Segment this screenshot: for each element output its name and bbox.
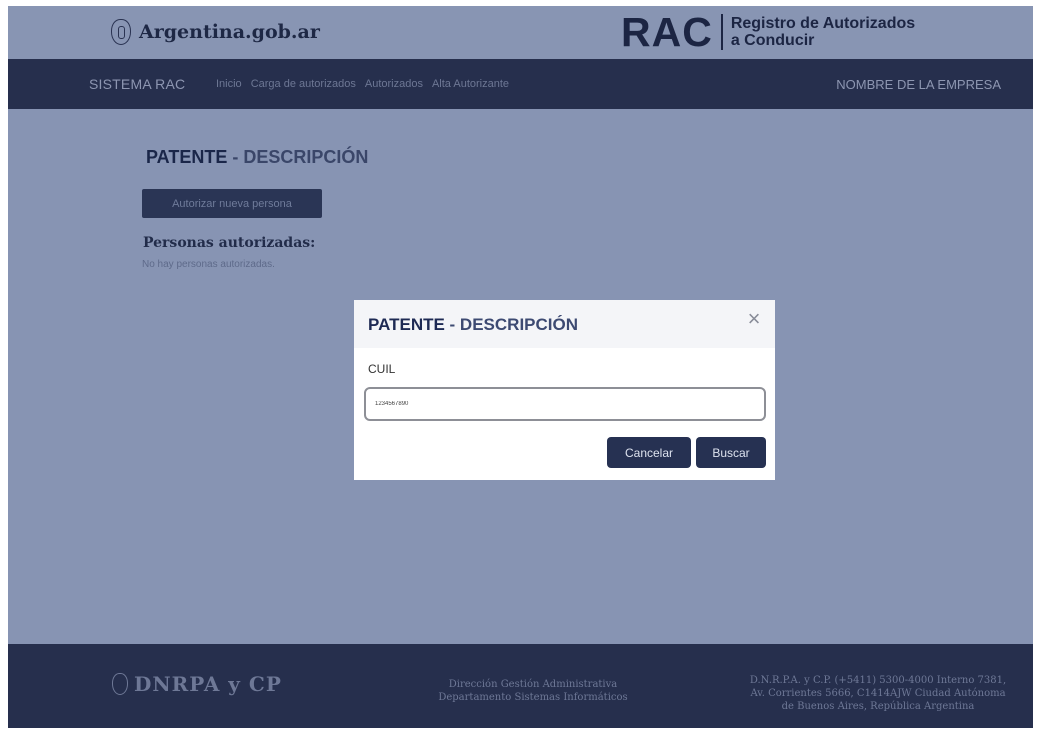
nav-brand[interactable]: SISTEMA RAC	[89, 76, 185, 92]
close-icon[interactable]: ×	[743, 308, 765, 331]
nav-link-carga-autorizados[interactable]: Carga de autorizados	[251, 78, 356, 90]
rac-logo-subtitle: Registro de Autorizados a Conducir	[731, 15, 915, 49]
footer-department-line2: Departamento Sistemas Informáticos	[438, 692, 628, 703]
cuil-label: CUIL	[368, 362, 396, 376]
cuil-input[interactable]	[364, 387, 766, 421]
modal-header: PATENTE - DESCRIPCIÓN ×	[354, 300, 775, 348]
footer-department-line1: Dirección Gestión Administrativa	[448, 679, 618, 690]
rac-logo-divider	[720, 14, 723, 50]
footer-contact: D.N.R.P.A. y C.P. (+5411) 5300-4000 Inte…	[723, 674, 1033, 713]
main-navbar: SISTEMA RAC Inicio Carga de autorizados …	[8, 59, 1033, 109]
dnrpa-logo-text: DNRPA y CP	[134, 672, 282, 696]
nav-link-inicio[interactable]: Inicio	[216, 78, 242, 90]
footer-contact-line1: D.N.R.P.A. y C.P. (+5411) 5300-4000 Inte…	[749, 675, 1007, 686]
rac-subtitle-line1: Registro de Autorizados	[730, 15, 916, 32]
footer-department: Dirección Gestión Administrativa Departa…	[418, 678, 648, 704]
national-seal-icon	[111, 19, 131, 45]
national-seal-icon	[112, 673, 128, 695]
page-title-patente: PATENTE	[146, 147, 228, 167]
footer: DNRPA y CP Dirección Gestión Administrat…	[8, 644, 1033, 728]
nav-link-autorizados[interactable]: Autorizados	[365, 78, 423, 90]
page-title-description: - DESCRIPCIÓN	[227, 147, 369, 167]
rac-subtitle-line2: a Conducir	[730, 32, 815, 49]
search-button[interactable]: Buscar	[696, 437, 766, 468]
rac-logo-text: RAC	[621, 9, 713, 55]
modal-body: CUIL Cancelar Buscar	[354, 348, 775, 480]
rac-logo: RAC Registro de Autorizados a Conducir	[621, 10, 915, 54]
footer-contact-line3: de Buenos Aires, República Argentina	[781, 701, 975, 712]
page: Argentina.gob.ar RAC Registro de Autoriz…	[8, 6, 1033, 728]
footer-contact-line2: Av. Corrientes 5666, C1414AJW Ciudad Aut…	[750, 688, 1006, 699]
argentina-gob-logo[interactable]: Argentina.gob.ar	[111, 19, 320, 45]
top-header: Argentina.gob.ar RAC Registro de Autoriz…	[8, 6, 1033, 59]
dnrpa-logo: DNRPA y CP	[112, 672, 282, 699]
page-title: PATENTE - DESCRIPCIÓN	[146, 147, 368, 168]
modal-title-patente: PATENTE	[368, 315, 445, 334]
nav-links: Inicio Carga de autorizados Autorizados …	[216, 78, 509, 90]
modal-title-description: - DESCRIPCIÓN	[444, 315, 579, 334]
authorized-persons-heading: Personas autorizadas:	[143, 235, 316, 251]
nav-link-alta-autorizante[interactable]: Alta Autorizante	[432, 78, 509, 90]
company-name: NOMBRE DE LA EMPRESA	[836, 76, 1001, 92]
search-cuil-modal: PATENTE - DESCRIPCIÓN × CUIL Cancelar Bu…	[354, 300, 775, 480]
gov-site-name: Argentina.gob.ar	[139, 21, 320, 43]
cancel-button[interactable]: Cancelar	[607, 437, 691, 468]
authorize-new-person-button[interactable]: Autorizar nueva persona	[142, 189, 322, 218]
modal-title: PATENTE - DESCRIPCIÓN	[368, 315, 578, 335]
empty-list-message: No hay personas autorizadas.	[142, 259, 275, 270]
